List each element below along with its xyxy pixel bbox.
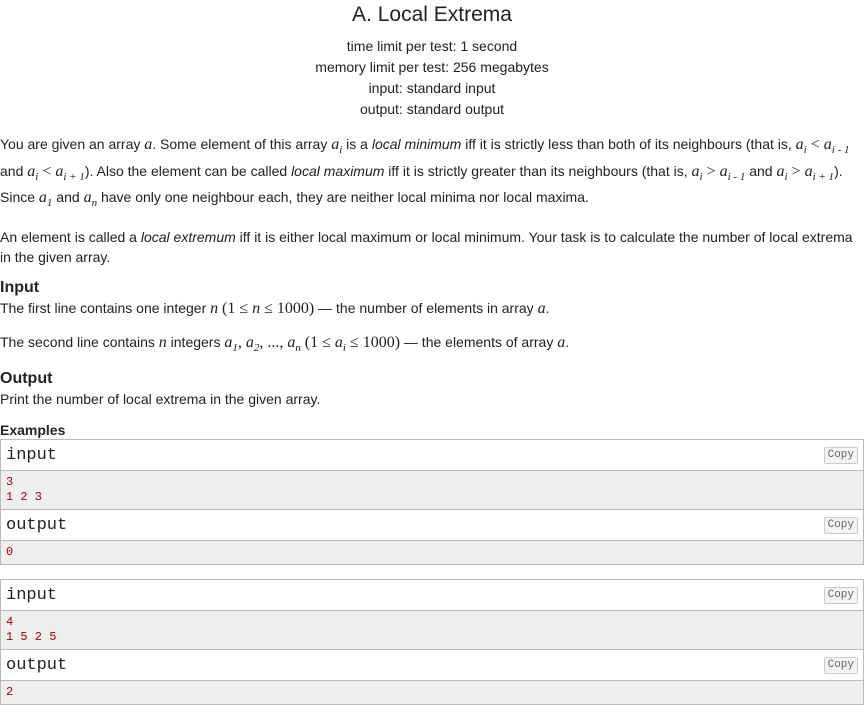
- example-line: 1 2 3: [6, 490, 43, 504]
- text: iff it is strictly less than both of its…: [461, 136, 796, 152]
- example-1-output-body: 0: [1, 541, 863, 564]
- example-1: input Copy 3 1 2 3 output Copy 0: [0, 439, 864, 565]
- text: You are given an array: [0, 136, 145, 152]
- math-sub: i + 1: [63, 170, 85, 183]
- output-label: output: [6, 515, 68, 535]
- text: The second line contains: [0, 334, 159, 350]
- example-line: 2: [6, 685, 14, 699]
- copy-button[interactable]: Copy: [823, 446, 858, 464]
- math-op: >: [787, 162, 805, 180]
- examples-title: Examples: [0, 422, 66, 438]
- example-1-input-body: 3 1 2 3: [1, 471, 863, 510]
- math-range: (1 ≤: [304, 334, 335, 351]
- math-range: ≤ 1000): [345, 334, 401, 351]
- term-local-extremum: local extremum: [140, 228, 236, 245]
- input-section: Input The first line contains one intege…: [0, 278, 864, 359]
- text: and: [52, 189, 84, 205]
- copy-button[interactable]: Copy: [823, 516, 858, 534]
- text: .: [545, 299, 550, 316]
- text: is a: [342, 136, 372, 152]
- output-section: Output Print the number of local extrema…: [0, 369, 864, 410]
- memory-limit: memory limit per test: 256 megabytes: [315, 59, 549, 75]
- example-1-output-header: output Copy: [1, 510, 863, 541]
- math-a: a: [537, 299, 546, 317]
- text: Since: [0, 189, 39, 205]
- example-2-input-body: 4 1 5 2 5: [1, 611, 863, 650]
- text: . Some element of this array: [152, 136, 332, 152]
- math-op: >: [702, 162, 720, 180]
- math-a: a: [823, 136, 832, 153]
- output-text: Print the number of local extrema in the…: [0, 390, 321, 407]
- example-line: 0: [6, 545, 14, 559]
- statement-paragraph-1: You are given an array a . Some element o…: [0, 134, 864, 214]
- example-1-input-header: input Copy: [1, 440, 863, 471]
- input-section-title: Input: [0, 278, 40, 296]
- math-sep: , ...,: [259, 334, 288, 351]
- text: integers: [166, 334, 225, 350]
- math-a: a: [691, 162, 700, 180]
- example-line: 4: [6, 615, 14, 629]
- text: — the elements of array: [400, 334, 558, 350]
- text: and: [0, 162, 28, 179]
- math-op: <: [806, 136, 824, 153]
- math-a: a: [334, 334, 343, 351]
- input-line-2: The second line contains n integers a1, …: [0, 332, 864, 359]
- text: have only one neighbour each, they are n…: [97, 189, 589, 205]
- input-line-1: The first line contains one integer n (1…: [0, 298, 864, 320]
- text: .: [565, 334, 570, 350]
- math-n: n: [210, 299, 219, 317]
- math-range: (1 ≤: [222, 299, 253, 317]
- math-op: <: [38, 162, 56, 180]
- text: An element is called a: [0, 228, 141, 245]
- math-a: a: [795, 136, 804, 153]
- output-spec: output: standard output: [360, 101, 504, 117]
- term-local-minimum: local minimum: [371, 136, 462, 152]
- statement-paragraph-2: An element is called a local extremum if…: [0, 227, 864, 268]
- statement: You are given an array a . Some element o…: [0, 134, 864, 268]
- math-sub: i - 1: [727, 170, 746, 183]
- text: iff it is strictly greater than its neig…: [384, 162, 692, 179]
- text: and: [745, 162, 777, 179]
- math-a: a: [245, 334, 254, 351]
- math-a: a: [719, 162, 728, 180]
- math-sub: i - 1: [831, 144, 850, 156]
- output-section-title: Output: [0, 369, 53, 387]
- example-line: 3: [6, 475, 14, 489]
- output-label: output: [6, 655, 68, 675]
- text: ).: [834, 162, 843, 179]
- math-sep: ,: [237, 334, 246, 351]
- problem-title: A. Local Extrema: [352, 3, 512, 26]
- example-2-output-body: 2: [1, 681, 863, 704]
- math-n: n: [252, 299, 261, 317]
- example-line: 1 5 2 5: [6, 630, 57, 644]
- math-a: a: [83, 189, 92, 206]
- limits: time limit per test: 1 second memory lim…: [0, 36, 864, 120]
- math-a: a: [38, 189, 47, 206]
- text: ). Also the element can be called: [84, 162, 292, 179]
- text: — the number of elements in array: [314, 299, 538, 316]
- example-2-output-header: output Copy: [1, 650, 863, 681]
- example-2-input-header: input Copy: [1, 580, 863, 611]
- math-n: n: [158, 334, 167, 351]
- math-sub: n: [295, 342, 301, 354]
- math-sub: i + 1: [812, 170, 835, 183]
- copy-button[interactable]: Copy: [823, 656, 858, 674]
- text: The first line contains one integer: [0, 299, 211, 316]
- input-spec: input: standard input: [368, 80, 496, 96]
- input-label: input: [6, 445, 58, 465]
- copy-button[interactable]: Copy: [823, 586, 858, 604]
- math-a: a: [804, 162, 813, 180]
- input-label: input: [6, 585, 58, 605]
- term-local-maximum: local maximum: [291, 162, 385, 179]
- example-2: input Copy 4 1 5 2 5 output Copy 2: [0, 579, 864, 705]
- time-limit: time limit per test: 1 second: [346, 38, 518, 54]
- math-range: ≤ 1000): [260, 299, 315, 317]
